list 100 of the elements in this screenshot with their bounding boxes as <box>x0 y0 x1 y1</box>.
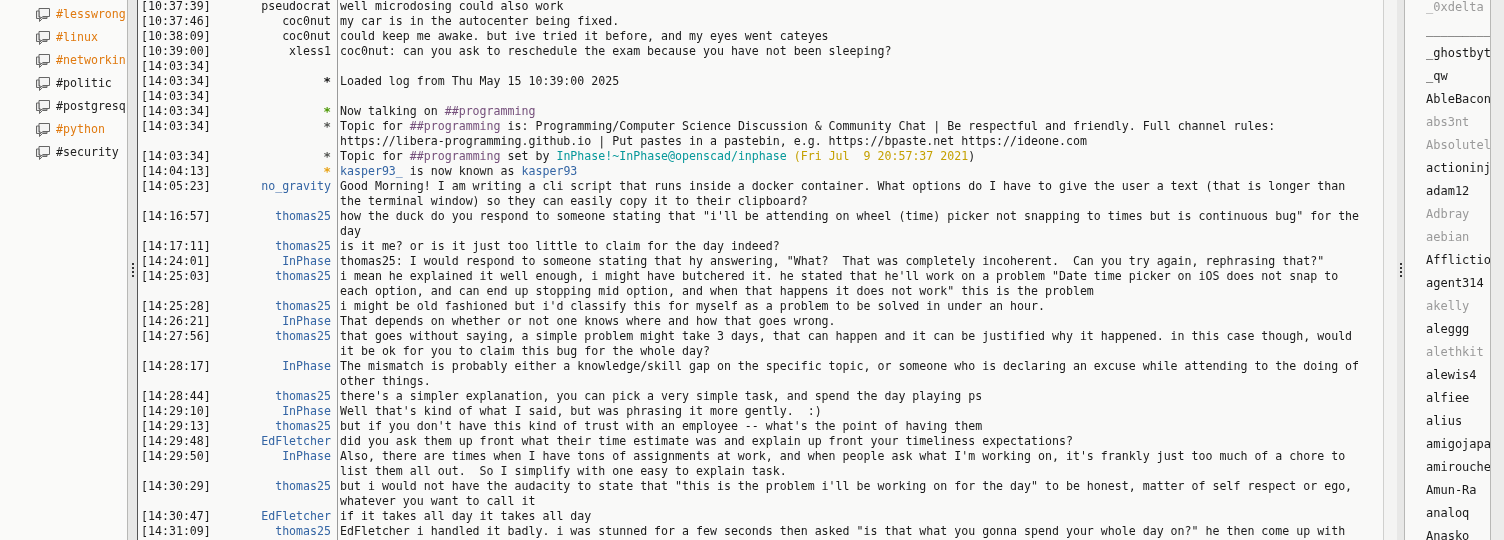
nickname[interactable]: InPhase <box>282 404 331 419</box>
user-item[interactable]: adam12 <box>1426 181 1470 200</box>
nickname[interactable]: InPhase <box>282 449 331 479</box>
channel-item[interactable]: #politic <box>56 74 112 93</box>
timestamp: [10:39:00] <box>140 44 211 58</box>
message-text: i might be old fashioned but i'd classify this for myself as a problem to be solved in under an hour. <box>340 299 1045 313</box>
user-item[interactable]: _ghostbyt <box>1426 43 1490 62</box>
user-item[interactable]: aleggg <box>1426 319 1470 338</box>
message-text: is it me? or is it just too little to claim for the day indeed? <box>340 239 780 253</box>
nickname[interactable]: * <box>323 74 331 89</box>
nickname[interactable]: EdFletcher <box>261 509 331 524</box>
timestamp: [14:03:34] <box>140 59 211 73</box>
nickname[interactable]: thomas25 <box>275 329 331 359</box>
message-text: Loaded log from Thu May 15 10:39:00 2025 <box>340 74 620 88</box>
message-text: if it takes all day it takes all day <box>340 509 592 523</box>
message-text: The mismatch is probably either a knowledge/skill gap on the specific topic, or someone who is declaring an excuse while attending to the doing of other things. <box>340 359 1361 388</box>
message-text: Well that's kind of what I said, but was phrasing it more gently. :) <box>340 404 822 418</box>
message-text: Now talking on ##programming <box>340 104 536 118</box>
message-text: EdFletcher i handled it badly. i was stunned for a few seconds then asked "is that what you gonna spend your whole day on?" he then come up with <box>340 524 1346 538</box>
chat-bubble-icon <box>35 30 51 45</box>
user-item[interactable]: amirouche <box>1426 457 1490 476</box>
timestamp: [14:03:34] <box>140 104 211 118</box>
nickname[interactable]: coc0nut <box>282 14 331 29</box>
user-item[interactable]: alewis4 <box>1426 365 1477 384</box>
user-item[interactable]: Anasko <box>1426 526 1470 540</box>
timestamp: [14:26:21] <box>140 314 211 328</box>
channel-item[interactable]: #networkin <box>56 51 126 70</box>
user-item[interactable]: actioninj <box>1426 158 1490 177</box>
nickname[interactable]: thomas25 <box>275 209 331 239</box>
timestamp: [14:16:57] <box>140 209 211 223</box>
nickname[interactable]: coc0nut <box>282 29 331 44</box>
pane-handle[interactable] <box>131 263 134 277</box>
channel-item[interactable]: #linux <box>56 28 98 47</box>
pane-handle[interactable] <box>1399 263 1402 277</box>
user-item[interactable]: _qw <box>1426 66 1448 85</box>
nickname[interactable]: no_gravity <box>261 179 331 209</box>
message-text: Good Morning! I am writing a cli script that runs inside a docker container. What options do I have to give the user a text (that is longer than the terminal window) so they can easily copy it to their clipboard? <box>340 179 1347 208</box>
nickname[interactable]: * <box>323 104 331 119</box>
message-text: my car is in the autocenter being fixed. <box>340 14 620 28</box>
message-text: there's a simpler explanation, you can pick a very simple task, and spend the day playing ps <box>340 389 983 403</box>
nickname[interactable]: EdFletcher <box>261 434 331 449</box>
timestamp: [14:03:34] <box>140 89 211 103</box>
timestamp: [14:30:47] <box>140 509 211 523</box>
user-item[interactable]: Amun-Ra <box>1426 480 1477 499</box>
message-text: thomas25: I would respond to someone stating that hy answering, "What? That was completely incoherent. Can you try again, rephrasing that?" <box>340 254 1325 268</box>
timestamp: [10:38:09] <box>140 29 211 43</box>
chat-bubble-icon <box>35 145 51 160</box>
timestamp: [14:31:09] <box>140 524 211 538</box>
message-text: did you ask them up front what their time estimate was and explain up front your timeliness expectations? <box>340 434 1073 448</box>
scrollbar[interactable] <box>1383 0 1397 540</box>
nickname[interactable]: InPhase <box>282 314 331 329</box>
nickname[interactable]: thomas25 <box>275 524 331 539</box>
timestamp: [14:28:17] <box>140 359 211 373</box>
user-item[interactable]: alfiee <box>1426 388 1470 407</box>
user-item[interactable]: analoq <box>1426 503 1470 522</box>
message-text: coc0nut: can you ask to reschedule the exam because you have not been sleeping? <box>340 44 892 58</box>
timestamp: [14:29:48] <box>140 434 211 448</box>
nickname[interactable]: thomas25 <box>275 479 331 509</box>
user-item[interactable]: Afflictio <box>1426 250 1490 269</box>
timestamp: [14:04:13] <box>140 164 211 178</box>
message-text: could keep me awake. but ive tried it before, and my eyes went cateyes <box>340 29 829 43</box>
user-item[interactable]: AbleBacon <box>1426 89 1490 108</box>
message-text: well microdosing could also work <box>340 0 564 13</box>
message-text: That depends on whether or not one knows where and how that goes wrong. <box>340 314 836 328</box>
timestamp: [14:03:34] <box>140 149 211 163</box>
channel-item[interactable]: #postgresq <box>56 97 126 116</box>
timestamp: [14:29:50] <box>140 449 211 463</box>
channel-item[interactable]: #security <box>56 143 119 162</box>
nickname[interactable]: thomas25 <box>275 389 331 404</box>
nickname[interactable]: * <box>323 149 331 164</box>
nickname[interactable]: thomas25 <box>275 419 331 434</box>
timestamp: [14:03:34] <box>140 74 211 88</box>
chat-bubble-icon <box>35 53 51 68</box>
nickname[interactable]: thomas25 <box>275 269 331 299</box>
nickname[interactable]: InPhase <box>282 254 331 269</box>
user-item[interactable]: agent314 <box>1426 273 1484 292</box>
message-text: Topic for ##programming set by InPhase!~InPhase@openscad/inphase (Fri Jul 9 20:57:37 2021) <box>340 149 976 163</box>
timestamp: [14:05:23] <box>140 179 211 193</box>
timestamp: [14:29:13] <box>140 419 211 433</box>
scrollbar[interactable] <box>1490 0 1504 540</box>
nickname[interactable]: InPhase <box>282 359 331 389</box>
chat-bubble-icon <box>35 122 51 137</box>
timestamp: [10:37:46] <box>140 14 211 28</box>
chat-bubble-icon <box>35 99 51 114</box>
timestamp: [14:25:03] <box>140 269 211 283</box>
timestamp: [14:24:01] <box>140 254 211 268</box>
timestamp: [14:30:29] <box>140 479 211 493</box>
channel-item[interactable]: #python <box>56 120 105 139</box>
user-item[interactable]: alius <box>1426 411 1463 430</box>
timestamp: [14:29:10] <box>140 404 211 418</box>
message-text: Also, there are times when I have tons of assignments at work, and when people ask what I'm working on, it's frankly just too much of a chore to list them all out. So I simplify with one easy to explain task. <box>340 449 1347 478</box>
chat-bubble-icon <box>35 76 51 91</box>
user-item[interactable]: amigojapa <box>1426 434 1490 453</box>
nickname[interactable]: xless1 <box>289 44 331 59</box>
timestamp: [14:17:11] <box>140 239 211 253</box>
nickname[interactable]: thomas25 <box>275 239 331 254</box>
nickname[interactable]: pseudocrat <box>261 0 331 14</box>
nickname[interactable]: thomas25 <box>275 299 331 314</box>
message-text: kasper93_ is now known as kasper93 <box>340 164 578 178</box>
nickname[interactable]: * <box>323 119 331 149</box>
